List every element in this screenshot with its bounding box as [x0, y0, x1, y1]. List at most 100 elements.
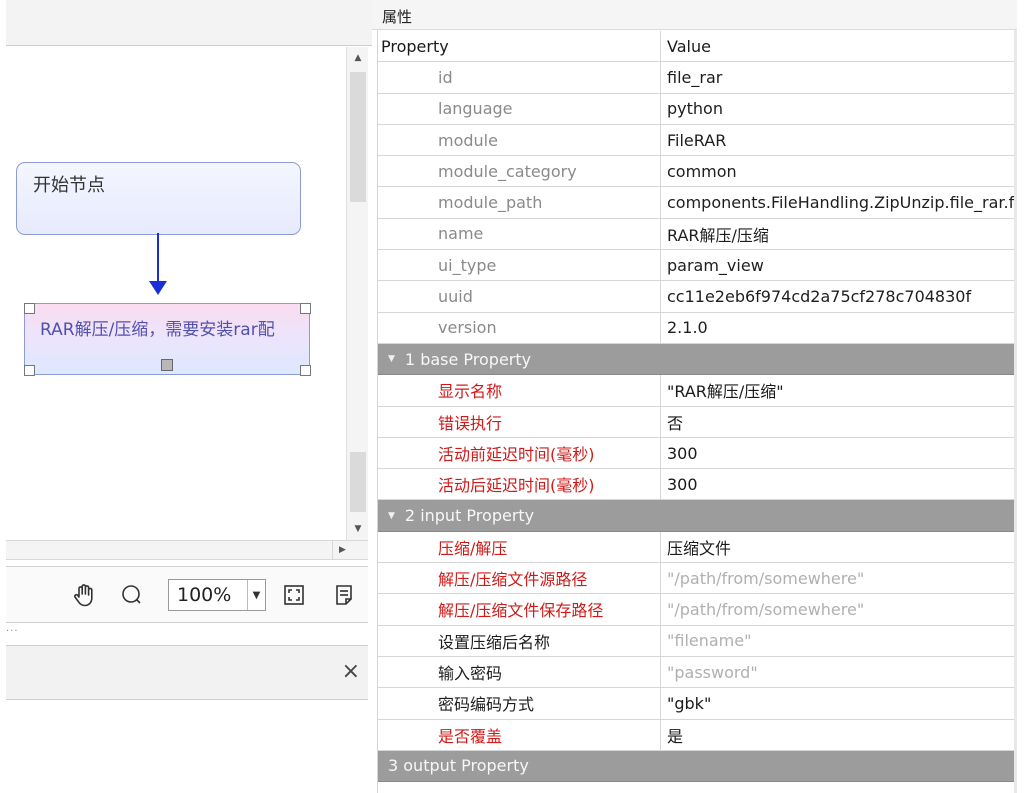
property-value[interactable]: 2.1.0: [661, 313, 1014, 343]
collapse-caret-icon[interactable]: ▼: [388, 511, 395, 521]
scroll-thumb[interactable]: [350, 72, 366, 202]
collapse-caret-icon[interactable]: ▼: [388, 354, 395, 364]
fit-screen-icon[interactable]: [278, 579, 310, 611]
property-value[interactable]: param_view: [661, 250, 1014, 280]
property-key: 错误执行: [378, 406, 661, 437]
connector-arrowhead: [149, 281, 167, 295]
scroll-right-icon[interactable]: ▶: [332, 541, 352, 559]
zoom-toolbar: 100% ▼: [6, 566, 368, 623]
resize-handle-top-right[interactable]: [300, 303, 311, 314]
property-value[interactable]: "password": [661, 657, 1014, 687]
scroll-thumb-lower[interactable]: [350, 452, 366, 512]
properties-panel-title-bar: 属性: [372, 0, 1017, 30]
property-value[interactable]: 是: [661, 720, 1014, 750]
property-key: module_category: [378, 156, 661, 187]
table-row[interactable]: version 2.1.0: [378, 312, 1014, 344]
property-value[interactable]: "/path/from/somewhere": [661, 563, 1014, 593]
property-value[interactable]: RAR解压/压缩: [661, 219, 1014, 249]
value-column-header[interactable]: Value: [661, 31, 1014, 61]
zoom-circle-icon[interactable]: [116, 579, 148, 611]
property-value[interactable]: cc11e2eb6f974cd2a75cf278c704830f: [661, 281, 1014, 311]
table-row[interactable]: 活动前延迟时间(毫秒) 300: [378, 437, 1014, 470]
table-row[interactable]: module_path components.FileHandling.ZipUn…: [378, 187, 1014, 219]
property-key: 是否覆盖: [378, 719, 661, 750]
table-row[interactable]: 解压/压缩文件源路径 "/path/from/somewhere": [378, 563, 1014, 595]
property-column-header[interactable]: Property: [378, 31, 661, 62]
start-node[interactable]: 开始节点: [16, 162, 301, 235]
scroll-up-icon[interactable]: ▲: [347, 49, 369, 67]
rar-node-label: RAR解压/压缩，需要安装rar配: [40, 320, 275, 340]
property-value[interactable]: 压缩文件: [661, 532, 1014, 562]
property-value[interactable]: 300: [661, 469, 1014, 499]
property-key: version: [378, 312, 661, 343]
property-value[interactable]: FileRAR: [661, 125, 1014, 155]
properties-panel: 属性 Property Value id file_rar language pyt…: [372, 0, 1024, 793]
table-row[interactable]: 显示名称 "RAR解压/压缩": [378, 375, 1014, 407]
resize-handle-bottom-left[interactable]: [24, 365, 35, 376]
property-key: 密码编码方式: [378, 688, 661, 719]
table-row[interactable]: module_category common: [378, 156, 1014, 188]
property-value[interactable]: components.FileHandling.ZipUnzip.file_ra…: [661, 187, 1014, 217]
property-key: 解压/压缩文件保存路径: [378, 594, 661, 625]
chevron-down-icon[interactable]: ▼: [247, 580, 265, 610]
scroll-down-icon[interactable]: ▼: [347, 520, 369, 538]
table-row[interactable]: id file_rar: [378, 62, 1014, 94]
node-grip-icon[interactable]: [161, 359, 173, 371]
table-row[interactable]: 错误执行否: [378, 406, 1014, 438]
property-value[interactable]: "filename": [661, 626, 1014, 656]
table-row[interactable]: module FileRAR: [378, 124, 1014, 157]
property-value[interactable]: 否: [661, 407, 1014, 437]
property-value[interactable]: "/path/from/somewhere": [661, 594, 1014, 624]
hand-pan-icon[interactable]: [68, 579, 100, 611]
resize-handle-top-left[interactable]: [24, 303, 35, 314]
table-row[interactable]: 压缩/解压 压缩文件: [378, 531, 1014, 564]
table-row[interactable]: uuid cc11e2eb6f974cd2a75cf278c704830f: [378, 281, 1014, 313]
property-key: 显示名称: [378, 375, 661, 406]
property-value[interactable]: file_rar: [661, 62, 1014, 92]
property-key: 活动前延迟时间(毫秒): [378, 437, 661, 469]
group-label: 2 input Property: [404, 506, 535, 526]
table-row[interactable]: language python: [378, 93, 1014, 125]
table-row[interactable]: 活动后延迟时间(毫秒) 300: [378, 469, 1014, 501]
table-row[interactable]: name RAR解压/压缩: [378, 218, 1014, 251]
property-key: uuid: [378, 281, 661, 312]
canvas-vertical-scrollbar[interactable]: ▲ ▼: [346, 47, 368, 540]
start-node-label: 开始节点: [33, 175, 105, 196]
panel-right-edge: [1014, 30, 1017, 793]
document-icon[interactable]: [328, 579, 360, 611]
table-row[interactable]: 输入密码 "password": [378, 656, 1014, 689]
property-key: language: [378, 93, 661, 124]
group-header-output[interactable]: 3 output Property: [378, 750, 1014, 783]
property-value[interactable]: "RAR解压/压缩": [661, 375, 1014, 405]
table-row[interactable]: ui_type param_view: [378, 250, 1014, 282]
property-value[interactable]: common: [661, 156, 1014, 186]
group-header-base[interactable]: ▼ 1 base Property: [378, 343, 1014, 376]
group-label: 3 output Property: [388, 756, 529, 776]
resize-handle-bottom-right[interactable]: [300, 365, 311, 376]
table-row[interactable]: 密码编码方式 "gbk": [378, 688, 1014, 720]
property-key: 设置压缩后名称: [378, 625, 661, 656]
flow-canvas[interactable]: 开始节点 RAR解压/压缩，需要安装rar配: [6, 47, 346, 540]
flow-editor-panel: 开始节点 RAR解压/压缩，需要安装rar配 ▲ ▼ ▶ 100% ▼ ··· …: [0, 0, 372, 793]
group-label: 1 base Property: [404, 349, 532, 369]
flow-connector[interactable]: [157, 233, 159, 283]
table-row[interactable]: 是否覆盖是: [378, 719, 1014, 751]
property-key: 活动后延迟时间(毫秒): [378, 469, 661, 500]
bottom-dock-panel: ×: [6, 645, 368, 700]
group-header-input[interactable]: ▼ 2 input Property: [378, 500, 1014, 532]
property-key: 解压/压缩文件源路径: [378, 563, 661, 594]
property-value[interactable]: python: [661, 94, 1014, 124]
property-table: Property Value id file_rar language python…: [378, 31, 1014, 783]
property-key: ui_type: [378, 250, 661, 281]
table-row[interactable]: 解压/压缩文件保存路径 "/path/from/somewhere": [378, 594, 1014, 626]
splitter-grip-icon[interactable]: ···: [6, 626, 19, 637]
editor-toolbar-strip: [6, 0, 372, 46]
property-key: 输入密码: [378, 656, 661, 688]
property-value[interactable]: 300: [661, 438, 1014, 468]
close-icon[interactable]: ×: [342, 659, 360, 684]
app-window: 开始节点 RAR解压/压缩，需要安装rar配 ▲ ▼ ▶ 100% ▼ ··· …: [0, 0, 1024, 793]
property-value[interactable]: "gbk": [661, 688, 1014, 718]
zoom-level-select[interactable]: 100% ▼: [168, 579, 266, 611]
table-row[interactable]: 设置压缩后名称 "filename": [378, 625, 1014, 657]
canvas-horizontal-scrollbar[interactable]: ▶: [6, 540, 368, 560]
